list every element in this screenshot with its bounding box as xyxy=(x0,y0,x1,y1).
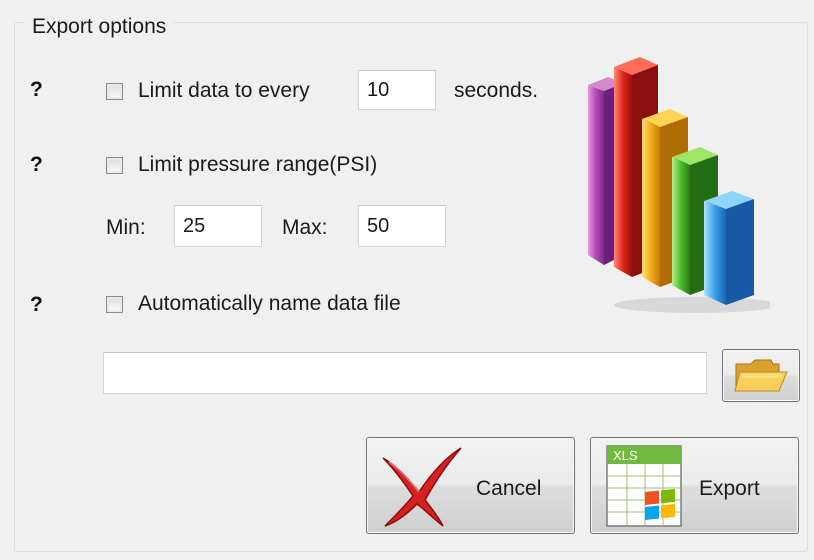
auto-name-label: Automatically name data file xyxy=(138,292,401,315)
min-pressure-input[interactable] xyxy=(174,205,262,247)
group-title: Export options xyxy=(24,14,175,40)
min-label: Min: xyxy=(106,216,146,239)
file-path-input[interactable] xyxy=(103,352,707,394)
max-label: Max: xyxy=(282,216,328,239)
limit-data-label: Limit data to every xyxy=(138,79,310,102)
xls-file-icon: XLS xyxy=(606,445,682,527)
bar-chart-icon xyxy=(588,57,770,313)
interval-seconds-input[interactable] xyxy=(358,70,436,110)
cancel-button[interactable]: Cancel xyxy=(366,437,575,534)
cancel-button-label: Cancel xyxy=(476,477,542,500)
xls-icon-text: XLS xyxy=(613,448,638,463)
red-x-icon xyxy=(382,447,462,527)
help-auto-name[interactable]: ? xyxy=(30,293,43,317)
export-button[interactable]: XLS Export xyxy=(590,437,799,534)
export-button-label: Export xyxy=(699,477,760,500)
limit-data-checkbox[interactable] xyxy=(106,83,123,100)
limit-pressure-checkbox[interactable] xyxy=(106,157,123,174)
seconds-label: seconds. xyxy=(454,79,539,102)
folder-icon xyxy=(734,359,788,392)
help-limit-pressure[interactable]: ? xyxy=(30,153,43,177)
max-pressure-input[interactable] xyxy=(358,205,446,247)
limit-pressure-label: Limit pressure range(PSI) xyxy=(138,153,378,176)
auto-name-checkbox[interactable] xyxy=(106,296,123,313)
browse-button[interactable] xyxy=(722,349,800,402)
help-limit-data[interactable]: ? xyxy=(30,78,43,102)
